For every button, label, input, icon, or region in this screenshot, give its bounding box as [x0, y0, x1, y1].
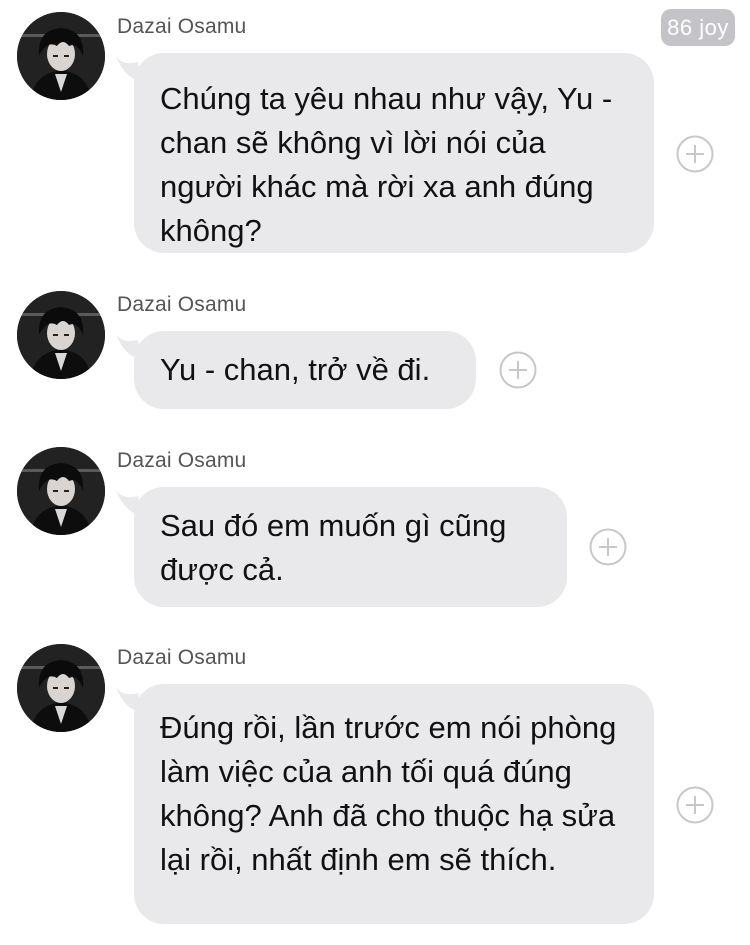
add-reaction-icon[interactable]	[589, 528, 627, 566]
sender-name: Dazai Osamu	[117, 449, 247, 472]
sender-avatar[interactable]	[17, 644, 105, 732]
add-reaction-icon[interactable]	[499, 351, 537, 389]
sender-name: Dazai Osamu	[117, 15, 247, 38]
avatar-image	[17, 644, 105, 732]
avatar-image	[17, 291, 105, 379]
watermark-badge: 86 joy	[661, 9, 735, 46]
message-bubble[interactable]: Sau đó em muốn gì cũng được cả.	[134, 487, 567, 607]
message-bubble[interactable]: Chúng ta yêu nhau như vậy, Yu - chan sẽ …	[134, 53, 654, 253]
avatar-image	[17, 12, 105, 100]
sender-avatar[interactable]	[17, 12, 105, 100]
chat-screen: 86 joy Dazai Osamu Chúng ta yêu nhau như…	[0, 0, 750, 945]
message-bubble[interactable]: Đúng rồi, lần trước em nói phòng làm việ…	[134, 684, 654, 924]
sender-name: Dazai Osamu	[117, 293, 247, 316]
add-reaction-icon[interactable]	[676, 135, 714, 173]
sender-avatar[interactable]	[17, 447, 105, 535]
sender-avatar[interactable]	[17, 291, 105, 379]
add-reaction-icon[interactable]	[676, 786, 714, 824]
sender-name: Dazai Osamu	[117, 646, 247, 669]
message-bubble[interactable]: Yu - chan, trở về đi.	[134, 331, 476, 409]
avatar-image	[17, 447, 105, 535]
